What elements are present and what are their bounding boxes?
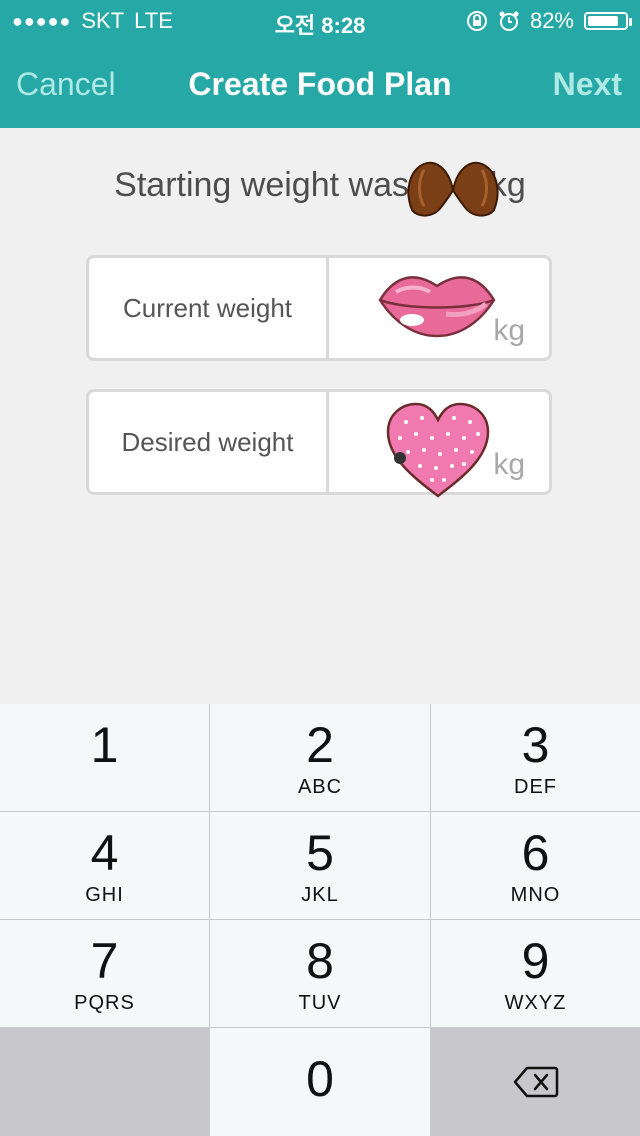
page-title: Create Food Plan bbox=[188, 66, 452, 102]
current-weight-unit: kg bbox=[493, 314, 525, 347]
starting-weight-text: Starting weight was kg bbox=[114, 166, 526, 204]
key-0[interactable]: 0 bbox=[210, 1028, 430, 1136]
key-2[interactable]: 2 ABC bbox=[210, 704, 430, 811]
heart-sticker bbox=[386, 402, 490, 498]
key-7[interactable]: 7 PQRS bbox=[0, 920, 209, 1027]
numeric-keypad: 1 2 ABC 3 DEF 4 GHI 5 JKL 6 MNO 7 PQRS 8… bbox=[0, 704, 640, 1136]
key-9[interactable]: 9 WXYZ bbox=[431, 920, 640, 1027]
alarm-clock-icon bbox=[499, 11, 519, 31]
battery-level bbox=[588, 16, 618, 26]
desired-weight-label: Desired weight bbox=[89, 392, 329, 492]
mustache-sticker bbox=[407, 161, 499, 217]
key-1[interactable]: 1 bbox=[0, 704, 209, 811]
key-5[interactable]: 5 JKL bbox=[210, 812, 430, 919]
blank-key bbox=[0, 1028, 209, 1136]
status-bar: ●●●●● SKT LTE 오전 8:28 82% bbox=[0, 0, 640, 40]
navigation-bar: Cancel Create Food Plan Next bbox=[0, 58, 640, 114]
battery-icon bbox=[584, 12, 632, 30]
orientation-lock-icon bbox=[466, 11, 487, 31]
current-weight-label: Current weight bbox=[89, 258, 329, 358]
key-3[interactable]: 3 DEF bbox=[431, 704, 640, 811]
key-6[interactable]: 6 MNO bbox=[431, 812, 640, 919]
lips-sticker bbox=[378, 276, 496, 338]
battery-percent: 82% bbox=[529, 8, 574, 33]
next-button[interactable]: Next bbox=[553, 66, 622, 103]
backspace-icon bbox=[513, 1066, 558, 1098]
key-8[interactable]: 8 TUV bbox=[210, 920, 430, 1027]
desired-weight-unit: kg bbox=[493, 448, 525, 481]
delete-key[interactable] bbox=[431, 1028, 640, 1136]
top-bar: ●●●●● SKT LTE 오전 8:28 82% Cancel Create … bbox=[0, 0, 640, 128]
key-4[interactable]: 4 GHI bbox=[0, 812, 209, 919]
